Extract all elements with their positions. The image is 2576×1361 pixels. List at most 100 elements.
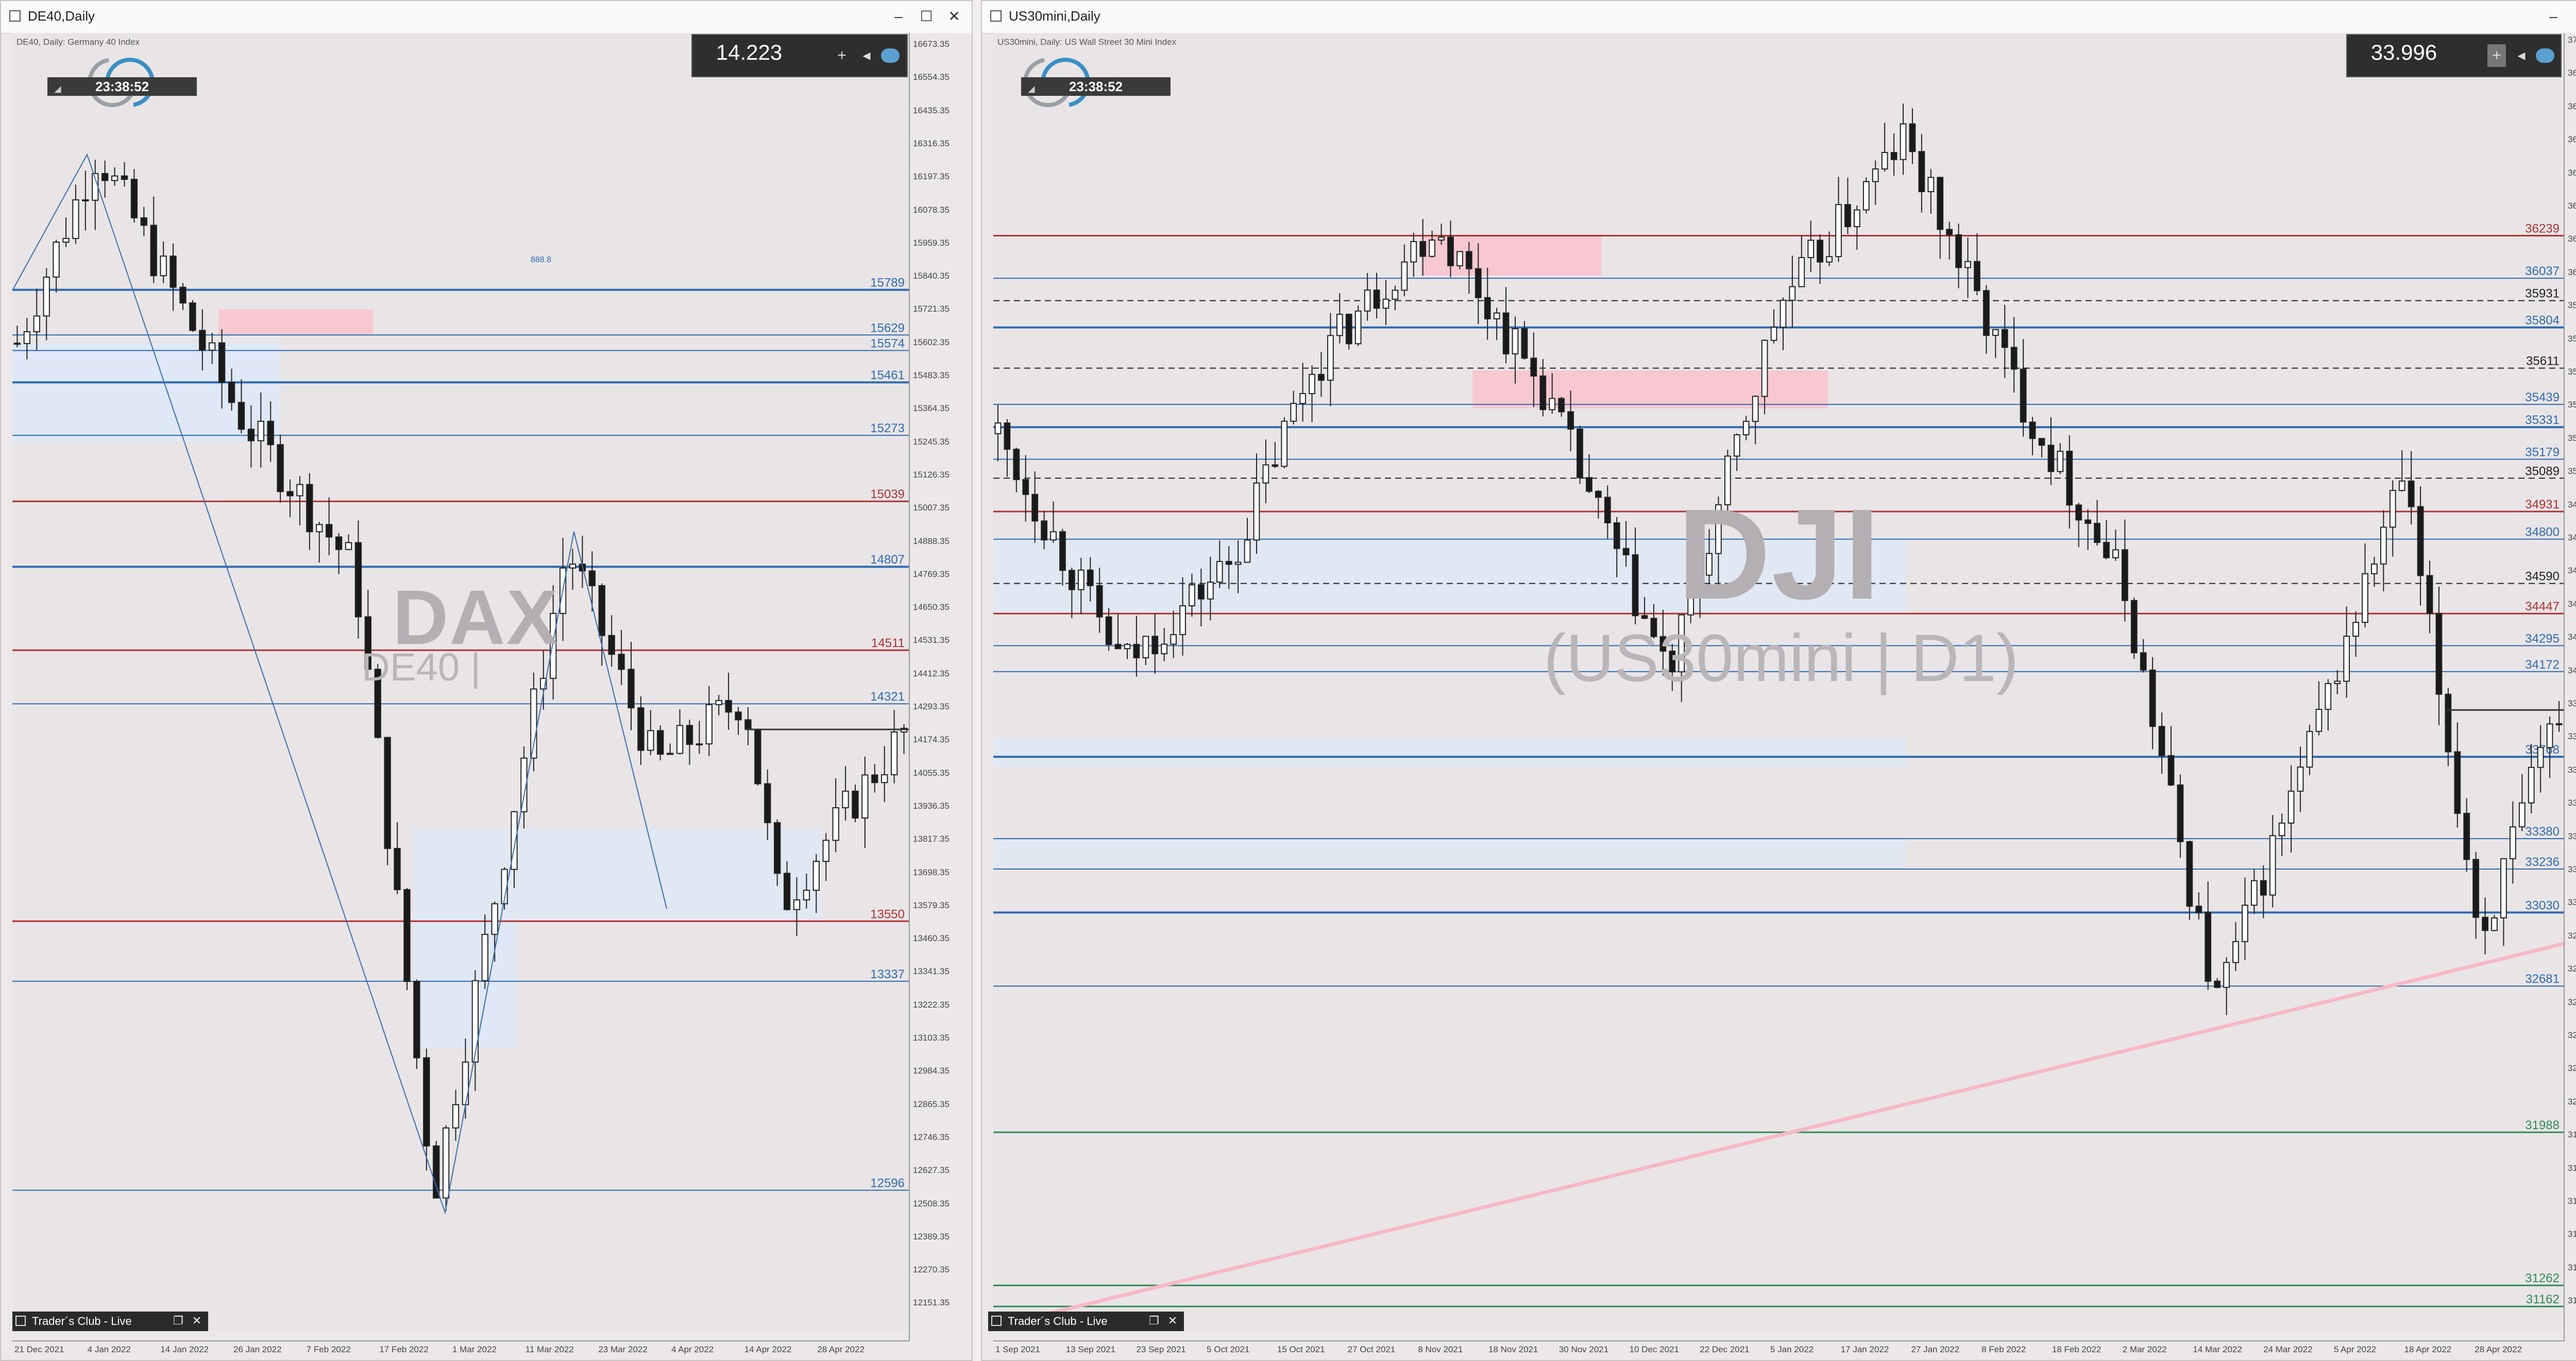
status-dot-icon[interactable]: [2536, 48, 2554, 63]
price-tick-label: 36520.00: [2568, 167, 2576, 178]
price-tick-label: 32254.00: [2568, 1063, 2576, 1074]
candle: [82, 171, 89, 231]
candle: [1817, 234, 1824, 284]
candle: [2232, 922, 2239, 971]
candle: [2445, 688, 2452, 767]
maximize-button[interactable]: ☐: [2571, 6, 2576, 27]
time-axis[interactable]: 21 Dec 2021 4 Jan 2022 14 Jan 2022 26 Jan 2…: [12, 1340, 909, 1360]
candle: [140, 207, 148, 236]
candle: [384, 737, 391, 865]
candle: [2408, 451, 2415, 525]
candle: [2306, 724, 2313, 775]
price-zone: [1472, 370, 1828, 409]
candle: [1881, 123, 1888, 172]
price-tick-label: 31938.00: [2568, 1130, 2576, 1140]
level-label: 31988: [2525, 1118, 2560, 1132]
price-tick-label: 12270.35: [913, 1265, 950, 1275]
price-tick-label: 13698.35: [913, 867, 950, 877]
price-tick-label: 16316.35: [913, 138, 950, 148]
candle: [1733, 433, 1740, 471]
candle: [1826, 231, 1833, 266]
close-tab-button[interactable]: ✕: [1165, 1314, 1180, 1328]
status-dot-icon[interactable]: [881, 48, 900, 63]
bottom-window-tab[interactable]: Trader´s Club - Live ❐ ✕: [988, 1312, 1184, 1331]
triangle-icon: ◢: [1028, 85, 1035, 94]
candle: [72, 184, 79, 244]
candle: [1170, 610, 1177, 658]
maximize-button[interactable]: ☐: [916, 6, 937, 27]
candle: [1272, 441, 1279, 468]
date-tick-label: 28 Apr 2022: [2475, 1345, 2522, 1354]
restore-button[interactable]: ❐: [1147, 1314, 1161, 1328]
candle: [2214, 978, 2221, 989]
time-axis[interactable]: 1 Sep 2021 13 Sep 2021 23 Sep 2021 5 Oct 20…: [993, 1340, 2564, 1360]
price-zone: [218, 309, 373, 335]
date-tick-label: 14 Mar 2022: [2193, 1345, 2242, 1354]
bottom-window-tab[interactable]: Trader´s Club - Live ❐ ✕: [12, 1312, 208, 1331]
close-tab-button[interactable]: ✕: [190, 1314, 204, 1328]
price-tick-label: 33834.00: [2568, 731, 2576, 742]
candle: [1872, 160, 1879, 205]
minimize-button[interactable]: –: [2543, 6, 2564, 27]
candle: [2260, 865, 2267, 918]
candle: [170, 243, 177, 311]
trendline[interactable]: [993, 942, 2564, 1329]
price-tick-label: 16197.35: [913, 172, 950, 182]
window-titlebar[interactable]: US30mini,Daily – ☐ ✕: [982, 1, 2576, 34]
candle: [433, 1141, 440, 1199]
restore-button[interactable]: ❐: [171, 1314, 185, 1328]
spread-value: 14.223: [716, 40, 783, 64]
candle: [1946, 222, 1953, 260]
window-titlebar[interactable]: DE40,Daily – ☐ ✕: [1, 1, 972, 34]
level-label: 14511: [871, 636, 905, 650]
price-zone: [414, 918, 517, 1048]
close-button[interactable]: ✕: [944, 6, 964, 27]
date-tick-label: 4 Jan 2022: [87, 1345, 131, 1354]
crosshair-icon[interactable]: +: [2487, 44, 2506, 67]
price-tick-label: 31306.00: [2568, 1262, 2576, 1272]
price-tick-label: 15126.35: [913, 469, 950, 480]
candle: [2426, 560, 2433, 634]
arrow-left-icon[interactable]: ◂: [857, 44, 876, 67]
candle: [1382, 280, 1389, 325]
candle: [1992, 329, 1999, 359]
candle: [881, 746, 888, 802]
candle: [1983, 285, 1990, 354]
price-tick-label: 14769.35: [913, 569, 950, 579]
crosshair-icon[interactable]: +: [833, 44, 851, 67]
date-tick-label: 2 Mar 2022: [2122, 1345, 2167, 1354]
candle: [1262, 439, 1269, 503]
candle: [1392, 285, 1399, 311]
watermark-subtitle: (US30mini | D1): [1544, 620, 2019, 695]
candle: [647, 710, 654, 755]
level-label: 35439: [2525, 390, 2560, 404]
minimize-button[interactable]: –: [888, 6, 909, 27]
window-icon: [15, 1316, 26, 1326]
level-label: 15629: [870, 321, 905, 335]
date-tick-label: 5 Jan 2022: [1770, 1345, 1814, 1354]
level-label: 31162: [2526, 1292, 2560, 1306]
candle: [2463, 798, 2470, 872]
price-axis[interactable]: 16673.35 16554.35 16435.35 16316.35 16197.35…: [909, 33, 972, 1341]
arrow-left-icon[interactable]: ◂: [2512, 44, 2531, 67]
candle: [608, 615, 615, 667]
candle: [871, 764, 878, 793]
price-tick-label: 33992.00: [2568, 699, 2576, 708]
candle: [111, 167, 118, 186]
price-tick-label: 34466.00: [2568, 599, 2576, 609]
chart-window-icon: [990, 10, 1002, 22]
level-label: 15574: [870, 336, 905, 350]
candle: [2112, 529, 2119, 561]
chart-window-icon: [9, 10, 21, 22]
candle: [1161, 627, 1168, 661]
candle: [725, 672, 732, 730]
price-axis[interactable]: 37152.00 36994.00 36836.00 36678.00 36520.00…: [2564, 33, 2576, 1341]
candle: [1410, 232, 1417, 277]
candle: [1114, 614, 1122, 650]
candle: [2315, 681, 2323, 736]
date-tick-label: 26 Jan 2022: [233, 1345, 282, 1354]
level-label: 12596: [870, 1176, 905, 1190]
level-label: 36037: [2525, 264, 2560, 278]
candle: [2205, 881, 2212, 990]
level-label: 14321: [870, 690, 905, 704]
